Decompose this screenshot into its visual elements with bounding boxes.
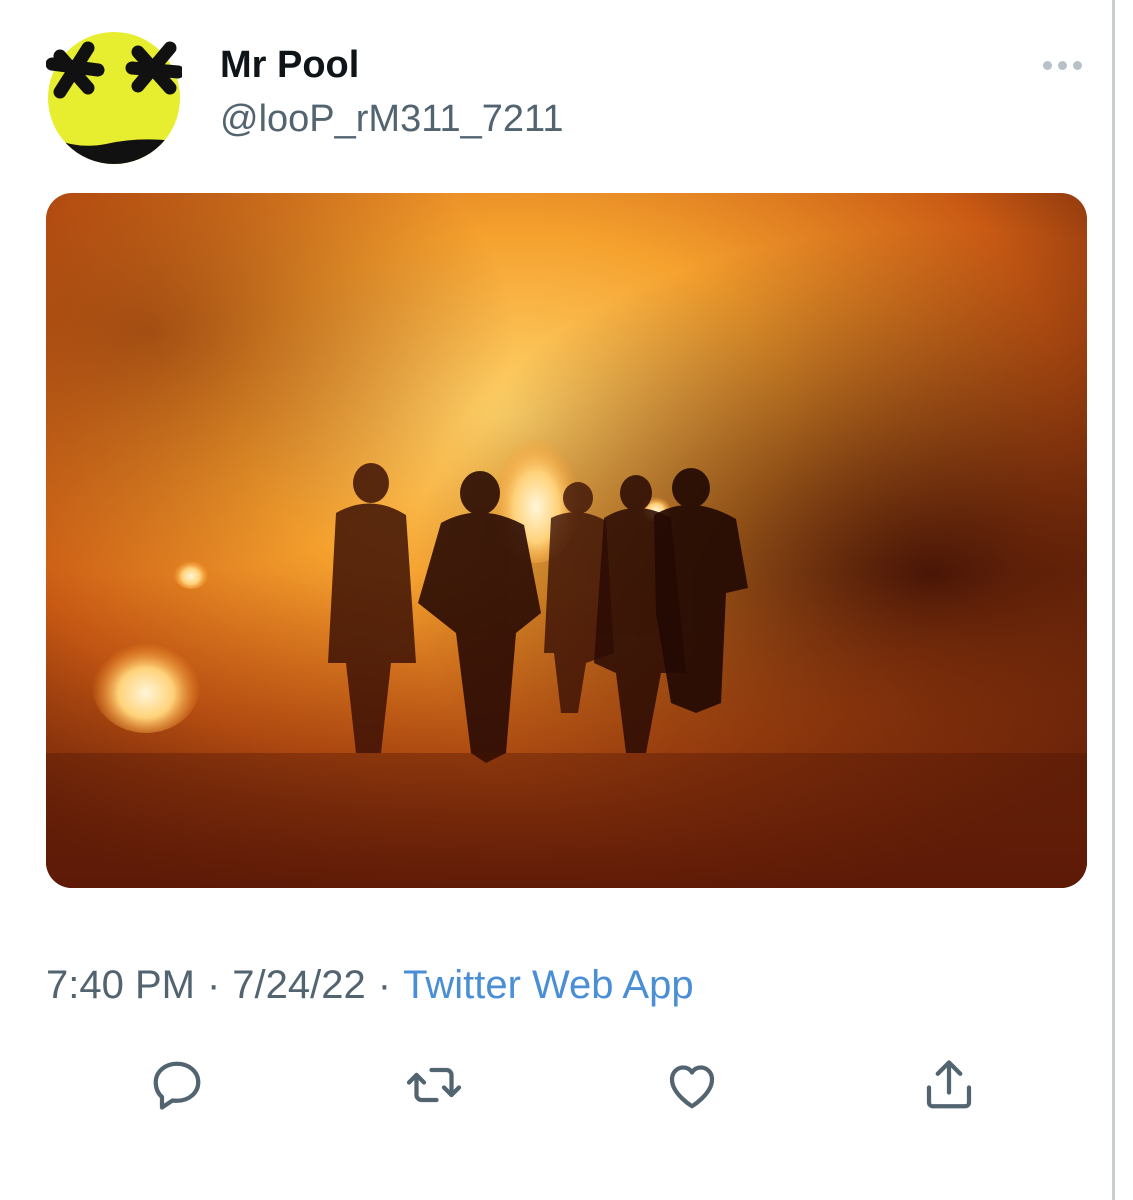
display-name[interactable]: Mr Pool <box>220 44 359 87</box>
more-options-button[interactable] <box>1032 50 1092 80</box>
more-dot <box>1057 60 1067 70</box>
retweet-icon <box>406 1067 462 1103</box>
tweet-photo[interactable] <box>46 193 1087 888</box>
tweet-meta: 7:40 PM · 7/24/22 · Twitter Web App <box>46 963 694 1008</box>
share-upload-icon <box>926 1060 972 1109</box>
more-horizontal-icon <box>1042 60 1052 70</box>
tweet-time[interactable]: 7:40 PM <box>46 963 195 1008</box>
heart-icon <box>669 1065 715 1109</box>
tweet-source-link[interactable]: Twitter Web App <box>403 963 694 1008</box>
reply-bubble-icon <box>153 1061 201 1110</box>
page-divider <box>1112 0 1115 1200</box>
user-handle[interactable]: @looP_rM311_7211 <box>220 98 564 141</box>
more-dot <box>1072 60 1082 70</box>
fire-smoke-photo <box>46 193 1087 888</box>
avatar[interactable] <box>46 18 182 166</box>
retweet-button[interactable] <box>399 1052 469 1118</box>
share-button[interactable] <box>914 1052 984 1118</box>
tweet-date[interactable]: 7/24/22 <box>232 963 365 1008</box>
reply-button[interactable] <box>142 1052 212 1118</box>
avatar-face-icon <box>46 32 182 164</box>
meta-separator: · <box>377 963 392 1007</box>
tweet-card: Mr Pool @looP_rM311_7211 7:40 PM · 7/24/… <box>0 0 1133 1200</box>
meta-separator: · <box>206 963 221 1007</box>
like-button[interactable] <box>657 1052 727 1118</box>
